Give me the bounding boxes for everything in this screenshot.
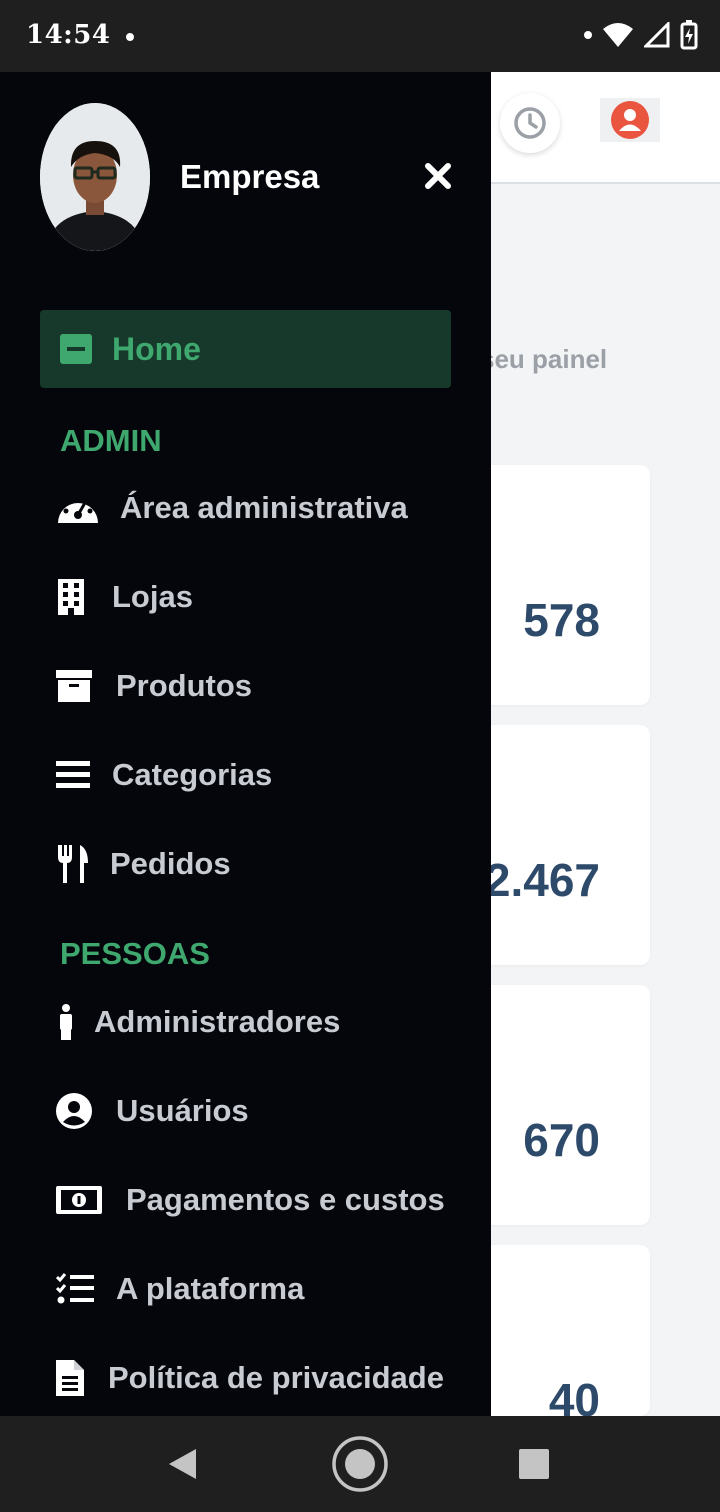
minus-square-icon (60, 334, 92, 364)
menu-item-a-plataforma[interactable]: A plataforma (56, 1261, 304, 1317)
wifi-icon (603, 23, 633, 47)
status-dot-icon (584, 31, 592, 39)
menu-item-area-administrativa[interactable]: Área administrativa (56, 480, 408, 536)
user-avatar-icon (611, 101, 649, 139)
menu-item-label: Home (112, 331, 201, 367)
menu-item-pedidos[interactable]: Pedidos (56, 836, 231, 892)
section-header-admin: ADMIN (60, 423, 162, 458)
battery-charging-icon (680, 20, 698, 50)
user-circle-icon (56, 1091, 116, 1131)
profile-photo-icon (40, 103, 150, 251)
profile-button[interactable] (600, 98, 660, 142)
menu-item-label: Política de privacidade (108, 1360, 444, 1395)
status-time: 14:54 (26, 20, 111, 50)
menu-item-label: Administradores (94, 1004, 341, 1039)
status-bar: 14:54 (0, 0, 720, 72)
recents-button[interactable] (506, 1436, 562, 1492)
money-bill-icon (56, 1180, 126, 1220)
menu-item-label: Lojas (112, 579, 193, 614)
navigation-drawer: Empresa Home ADMIN Área administrativa L… (0, 72, 491, 1416)
menu-item-label: Categorias (112, 757, 273, 792)
avatar (40, 103, 150, 251)
back-triangle-icon (169, 1449, 196, 1479)
menu-item-pagamentos-e-custos[interactable]: Pagamentos e custos (56, 1172, 445, 1228)
signal-icon (644, 22, 670, 48)
menu-item-label: Produtos (116, 668, 253, 703)
menu-item-home[interactable]: Home (40, 310, 451, 388)
welcome-text: seu painel (480, 344, 608, 374)
stat-value: 578 (523, 594, 600, 646)
checklist-icon (56, 1269, 116, 1309)
home-button[interactable] (332, 1436, 388, 1492)
person-icon (56, 1002, 94, 1042)
history-button[interactable] (500, 93, 560, 153)
company-name: Empresa (180, 158, 320, 195)
menu-item-usuarios[interactable]: Usuários (56, 1083, 249, 1139)
menu-item-produtos[interactable]: Produtos (56, 658, 252, 714)
building-icon (56, 577, 112, 617)
status-icons (584, 20, 698, 50)
document-icon (56, 1358, 108, 1398)
dashboard-gauge-icon (56, 488, 120, 528)
stat-value: 670 (523, 1114, 600, 1166)
system-navigation-bar (0, 1416, 720, 1512)
list-bars-icon (56, 755, 112, 795)
menu-item-label: Pagamentos e custos (126, 1182, 445, 1217)
menu-item-label: Área administrativa (120, 490, 408, 525)
stat-value: 2.467 (484, 854, 600, 906)
menu-item-administradores[interactable]: Administradores (56, 994, 340, 1050)
section-header-pessoas: PESSOAS (60, 936, 210, 971)
utensils-icon (56, 844, 110, 884)
back-button[interactable] (154, 1436, 210, 1492)
menu-item-label: A plataforma (116, 1271, 305, 1306)
close-icon (425, 163, 451, 189)
notification-dot-icon (126, 33, 134, 41)
archive-box-icon (56, 666, 116, 706)
menu-item-label: Pedidos (110, 846, 231, 881)
close-drawer-button[interactable] (420, 158, 456, 194)
clock-icon (514, 107, 546, 139)
menu-item-politica-de-privacidade[interactable]: Política de privacidade (56, 1350, 444, 1406)
home-circle-icon (332, 1436, 388, 1492)
menu-item-lojas[interactable]: Lojas (56, 569, 193, 625)
menu-item-categorias[interactable]: Categorias (56, 747, 272, 803)
menu-item-label: Usuários (116, 1093, 249, 1128)
recents-square-icon (519, 1449, 549, 1479)
